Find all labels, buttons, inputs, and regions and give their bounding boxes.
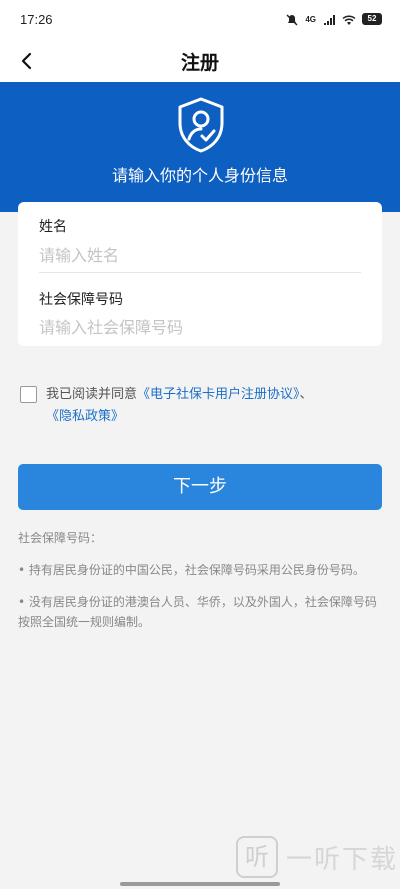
- hero-text: 请输入你的个人身份信息: [111, 166, 288, 185]
- notes-item: • 持有居民身份证的中国公民，社会保障号码采用公民身份号码。: [18, 563, 365, 577]
- mute-icon: [285, 12, 299, 26]
- network-type: 4G: [305, 14, 316, 24]
- name-input[interactable]: [39, 242, 361, 268]
- page-title: 注册: [180, 52, 219, 74]
- shield-user-icon: [178, 97, 224, 153]
- user-agreement-link[interactable]: 《电子社保卡用户注册协议》: [137, 387, 300, 402]
- watermark: 听 一听下载: [236, 836, 398, 878]
- name-label: 姓名: [39, 219, 67, 235]
- ssn-label: 社会保障号码: [39, 292, 123, 308]
- agreement-separator: 、: [299, 387, 313, 402]
- nav-bar: 注册: [0, 40, 400, 82]
- status-bar: 17:26 4G 52: [0, 0, 400, 40]
- watermark-text: 一听下载: [286, 844, 399, 875]
- agree-checkbox[interactable]: [20, 386, 37, 403]
- notes-item: • 没有居民身份证的港澳台人员、华侨，以及外国人，社会保障号码按照全国统一规则编…: [18, 595, 377, 629]
- privacy-policy-link[interactable]: 《隐私政策》: [46, 409, 124, 424]
- status-icons: 4G 52: [285, 12, 382, 26]
- ssn-input[interactable]: [39, 314, 361, 340]
- field-divider: [39, 272, 361, 273]
- agreement-text: 我已阅读并同意《电子社保卡用户注册协议》、《隐私政策》: [46, 384, 382, 428]
- home-indicator[interactable]: [120, 882, 280, 886]
- notes: 社会保障号码： • 持有居民身份证的中国公民，社会保障号码采用公民身份号码。 •…: [18, 528, 382, 644]
- cell-signal-icon: [322, 12, 336, 26]
- notes-title: 社会保障号码：: [18, 531, 103, 545]
- battery-icon: 52: [362, 13, 382, 25]
- hero-banner: 请输入你的个人身份信息: [0, 82, 400, 212]
- next-button[interactable]: 下一步: [18, 464, 382, 510]
- agreement-prefix: 我已阅读并同意: [46, 387, 138, 402]
- status-time: 17:26: [20, 12, 53, 27]
- wifi-icon: [342, 12, 356, 26]
- watermark-logo: 听: [236, 836, 278, 878]
- identity-form: 姓名 社会保障号码: [18, 202, 382, 346]
